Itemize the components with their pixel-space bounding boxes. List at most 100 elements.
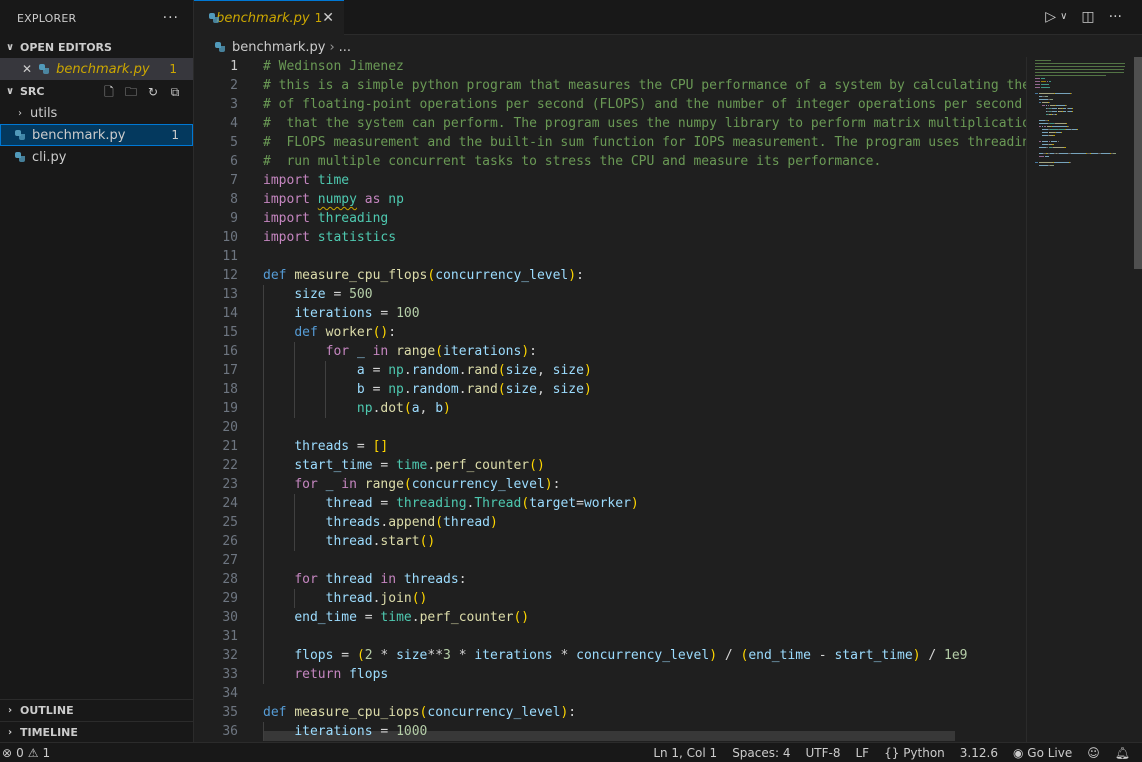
code-line[interactable]: 35 def measure_cpu_iops(concurrency_level… (194, 703, 1026, 722)
code-line[interactable]: 10 import statistics (194, 228, 1026, 247)
code-line[interactable]: 2 # this is a simple python program that … (194, 76, 1026, 95)
python-version[interactable]: 3.12.6 (960, 746, 998, 760)
go-live-button[interactable]: ◉ Go Live (1013, 746, 1072, 760)
code-line[interactable]: 11 (194, 247, 1026, 266)
code-line[interactable]: 29 thread.join() (194, 589, 1026, 608)
code-token: () (419, 534, 436, 549)
end-of-line[interactable]: LF (855, 746, 869, 760)
code-line[interactable]: 17 a = np.random.rand(size, size) (194, 361, 1026, 380)
close-editor-icon[interactable]: ✕ (22, 62, 32, 76)
language-mode[interactable]: {} Python (884, 746, 945, 760)
minimap-stroke (1038, 162, 1053, 163)
error-icon: ⊗ (2, 745, 13, 760)
run-icon[interactable]: ▷ (1045, 9, 1056, 25)
code-line[interactable]: 13 size = 500 (194, 285, 1026, 304)
collapse-all-icon[interactable]: ⧉ (167, 85, 183, 99)
indentation[interactable]: Spaces: 4 (732, 746, 790, 760)
minimap-stroke (1042, 141, 1048, 142)
code-line[interactable]: 21 threads = [] (194, 437, 1026, 456)
code-token: , (536, 363, 553, 378)
code-line[interactable]: 32 flops = (2 * size**3 * iterations * c… (194, 646, 1026, 665)
editor-actions: ▷ ∨ ◫ ··· (1045, 9, 1122, 25)
code-line[interactable]: 19 np.dot(a, b) (194, 399, 1026, 418)
code-line[interactable]: 30 end_time = time.perf_counter() (194, 608, 1026, 627)
code-line[interactable]: 25 threads.append(thread) (194, 513, 1026, 532)
breadcrumb[interactable]: benchmark.py › ... (194, 36, 351, 58)
refresh-icon[interactable]: ↻ (145, 85, 161, 99)
code-line[interactable]: 18 b = np.random.rand(size, size) (194, 380, 1026, 399)
code-token: concurrency_level (435, 268, 569, 283)
vertical-scrollbar[interactable] (1134, 57, 1142, 269)
tree-folder-utils[interactable]: › utils (0, 102, 193, 124)
code-token: ) (443, 401, 451, 416)
minimap-stroke (1061, 132, 1063, 133)
close-tab-icon[interactable]: ✕ (322, 10, 334, 26)
minimap-stroke (1055, 114, 1057, 115)
open-editor-item[interactable]: ✕ benchmark.py 1 (0, 58, 193, 80)
outline-section[interactable]: › OUTLINE (0, 699, 193, 721)
line-code: threads.append(thread) (263, 513, 498, 532)
code-line[interactable]: 9 import threading (194, 209, 1026, 228)
code-line[interactable]: 15 def worker(): (194, 323, 1026, 342)
code-line[interactable]: 1 # Wedinson Jimenez (194, 57, 1026, 76)
code-token: . (458, 382, 467, 397)
copilot-icon[interactable]: ☺ (1087, 746, 1100, 760)
chevron-down-icon[interactable]: ∨ (1060, 11, 1067, 25)
code-line[interactable]: 4 # that the system can perform. The prog… (194, 114, 1026, 133)
split-editor-icon[interactable]: ◫ (1081, 9, 1094, 25)
code-line[interactable]: 34 (194, 684, 1026, 703)
line-number: 16 (222, 344, 238, 359)
timeline-section[interactable]: › TIMELINE (0, 721, 193, 743)
code-editor[interactable]: 1 # Wedinson Jimenez 2 # this is a simple p… (194, 57, 1026, 742)
src-section[interactable]: ∨ SRC 🗋 🗀 ↻ ⧉ (0, 80, 193, 102)
indent-guide (294, 494, 296, 551)
code-line[interactable]: 8 import numpy as np (194, 190, 1026, 209)
code-line[interactable]: 3 # of floating-point operations per seco… (194, 95, 1026, 114)
code-line[interactable]: 22 start_time = time.perf_counter() (194, 456, 1026, 475)
warning-count: 1 (42, 745, 51, 760)
more-actions-icon[interactable]: ··· (163, 10, 179, 26)
code-line[interactable]: 28 for thread in threads: (194, 570, 1026, 589)
code-line[interactable]: 20 (194, 418, 1026, 437)
minimap[interactable] (1026, 57, 1134, 742)
minimap-stroke (1038, 165, 1048, 166)
problems-indicator[interactable]: ⊗ 0 ⚠ 1 (0, 746, 50, 760)
code-line[interactable]: 23 for _ in range(concurrency_level): (194, 475, 1026, 494)
breadcrumb-file[interactable]: benchmark.py (232, 40, 325, 55)
code-line[interactable]: 12 def measure_cpu_flops(concurrency_leve… (194, 266, 1026, 285)
cursor-position[interactable]: Ln 1, Col 1 (653, 746, 717, 760)
code-line[interactable]: 33 return flops (194, 665, 1026, 684)
new-file-icon[interactable]: 🗋 (101, 83, 117, 99)
encoding[interactable]: UTF-8 (806, 746, 841, 760)
code-line[interactable]: 5 # FLOPS measurement and the built-in su… (194, 133, 1026, 152)
open-editors-section[interactable]: ∨ OPEN EDITORS (0, 36, 193, 58)
tree-file-benchmark[interactable]: benchmark.py 1 (0, 124, 193, 146)
code-line[interactable]: 24 thread = threading.Thread(target=work… (194, 494, 1026, 513)
code-token: random (411, 363, 459, 378)
code-token: iterations (294, 724, 373, 739)
code-line[interactable]: 27 (194, 551, 1026, 570)
breadcrumb-more[interactable]: ... (339, 40, 351, 55)
code-token: ) (544, 477, 553, 492)
notifications-bell-icon[interactable]: 🔔︎ (1115, 746, 1130, 760)
code-line[interactable]: 16 for _ in range(iterations): (194, 342, 1026, 361)
tab-benchmark[interactable]: benchmark.py 1 ✕ (194, 0, 344, 35)
code-token: _ (356, 344, 365, 359)
line-number: 22 (222, 458, 238, 473)
minimap-stroke (1035, 84, 1041, 85)
code-token: statistics (317, 230, 397, 245)
code-line[interactable]: 26 thread.start() (194, 532, 1026, 551)
code-line[interactable]: 36 iterations = 1000 (194, 722, 1026, 741)
code-line[interactable]: 14 iterations = 100 (194, 304, 1026, 323)
line-number: 24 (222, 496, 238, 511)
code-line[interactable]: 6 # run multiple concurrent tasks to stre… (194, 152, 1026, 171)
code-line[interactable]: 7 import time (194, 171, 1026, 190)
tree-file-cli[interactable]: cli.py (0, 146, 193, 168)
more-actions-icon[interactable]: ··· (1109, 9, 1122, 25)
new-folder-icon[interactable]: 🗀 (123, 83, 139, 99)
code-line[interactable]: 31 (194, 627, 1026, 646)
line-code: flops = (2 * size**3 * iterations * conc… (263, 646, 967, 665)
